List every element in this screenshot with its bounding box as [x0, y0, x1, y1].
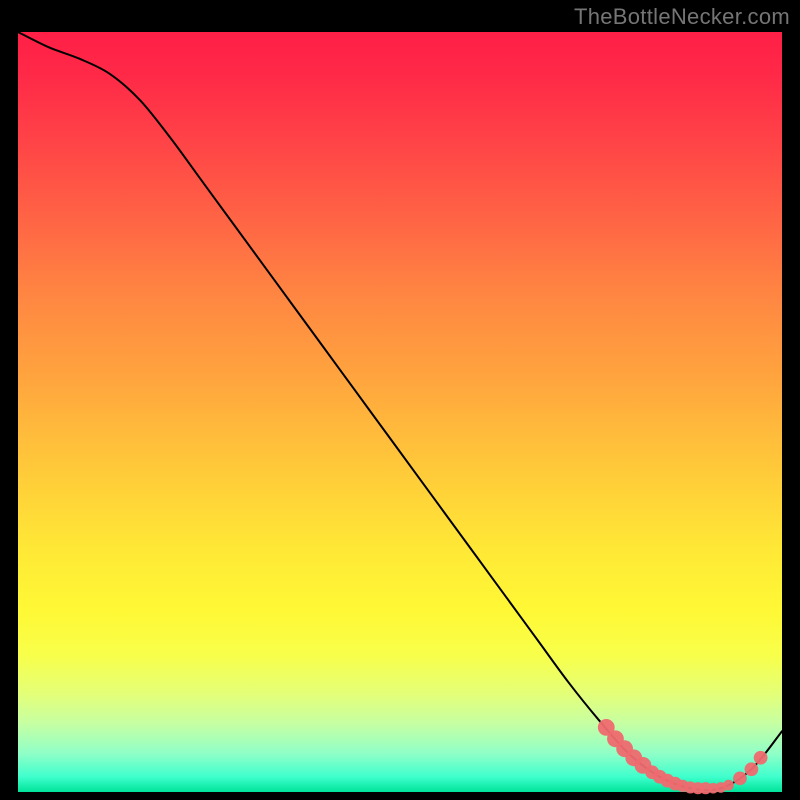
attribution-label: TheBottleNecker.com — [574, 4, 790, 30]
marker-group — [598, 719, 768, 794]
chart-stage: TheBottleNecker.com — [0, 0, 800, 800]
curve-marker — [754, 751, 768, 765]
curve-svg — [18, 32, 782, 792]
curve-marker — [723, 780, 734, 791]
curve-marker — [745, 762, 759, 776]
bottleneck-curve — [18, 32, 782, 790]
curve-marker — [733, 771, 747, 785]
plot-area — [18, 32, 782, 792]
